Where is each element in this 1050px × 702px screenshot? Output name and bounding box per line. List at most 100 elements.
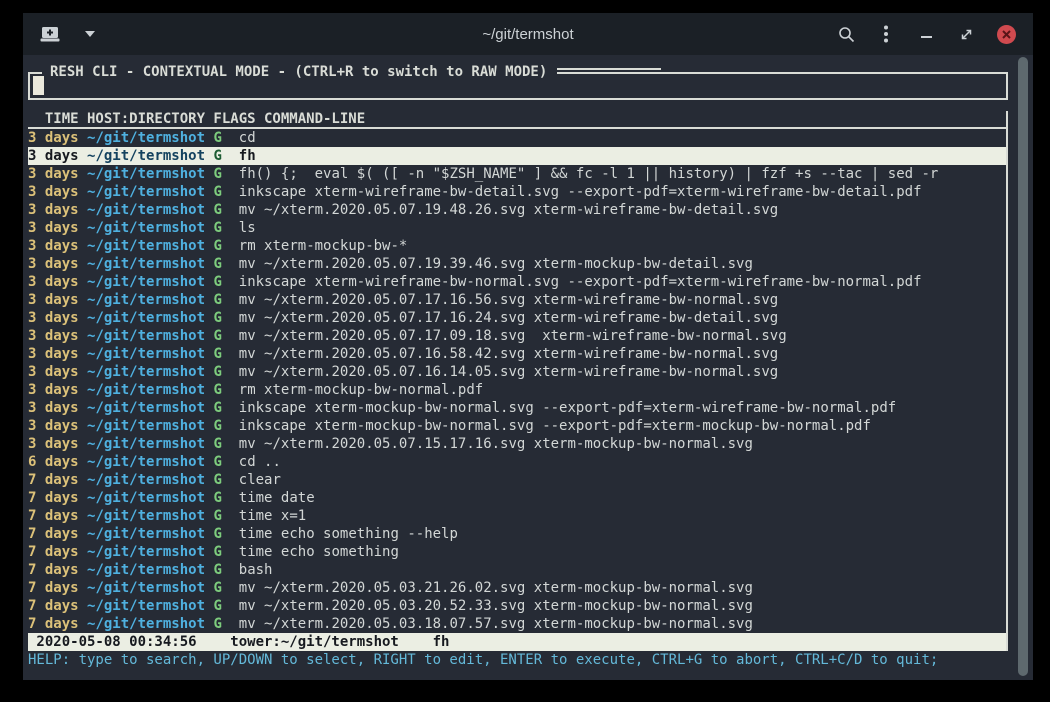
row-flags: G xyxy=(213,184,221,200)
minimize-button[interactable] xyxy=(911,20,941,48)
history-row[interactable]: 3 days ~/git/termshot G mv ~/xterm.2020.… xyxy=(28,327,1006,345)
history-row[interactable]: 3 days ~/git/termshot G inkscape xterm-m… xyxy=(28,417,1006,435)
row-time: 3 days xyxy=(28,166,79,182)
scrollbar[interactable] xyxy=(1013,55,1033,680)
row-directory: ~/git/termshot xyxy=(87,310,205,326)
history-row[interactable]: 3 days ~/git/termshot G fh xyxy=(28,147,1006,165)
row-command: bash xyxy=(239,562,273,578)
history-row[interactable]: 7 days ~/git/termshot G mv ~/xterm.2020.… xyxy=(28,615,1006,633)
search-button[interactable] xyxy=(831,20,861,48)
row-flags: G xyxy=(213,544,221,560)
row-directory: ~/git/termshot xyxy=(87,292,205,308)
row-flags: G xyxy=(213,436,221,452)
row-directory: ~/git/termshot xyxy=(87,346,205,362)
history-row[interactable]: 3 days ~/git/termshot G inkscape xterm-w… xyxy=(28,273,1006,291)
history-row[interactable]: 3 days ~/git/termshot G mv ~/xterm.2020.… xyxy=(28,201,1006,219)
row-time: 7 days xyxy=(28,490,79,506)
row-flags: G xyxy=(213,580,221,596)
row-command: mv ~/xterm.2020.05.07.19.48.26.svg xterm… xyxy=(239,202,778,218)
row-time: 3 days xyxy=(28,130,79,146)
history-row[interactable]: 3 days ~/git/termshot G mv ~/xterm.2020.… xyxy=(28,435,1006,453)
menu-button[interactable] xyxy=(871,20,901,48)
row-directory: ~/git/termshot xyxy=(87,184,205,200)
history-row[interactable]: 3 days ~/git/termshot G rm xterm-mockup-… xyxy=(28,381,1006,399)
history-row[interactable]: 3 days ~/git/termshot G mv ~/xterm.2020.… xyxy=(28,345,1006,363)
row-command: mv ~/xterm.2020.05.03.18.07.57.svg xterm… xyxy=(239,616,753,632)
history-rows: 3 days ~/git/termshot G cd3 days ~/git/t… xyxy=(28,129,1006,633)
row-flags: G xyxy=(213,310,221,326)
history-list: TIME HOST:DIRECTORY FLAGS COMMAND-LINE 3… xyxy=(28,111,1008,651)
frame-dash-line xyxy=(557,68,661,70)
history-row[interactable]: 3 days ~/git/termshot G rm xterm-mockup-… xyxy=(28,237,1006,255)
row-flags: G xyxy=(213,256,221,272)
history-row[interactable]: 7 days ~/git/termshot G time date xyxy=(28,489,1006,507)
status-bar: 2020-05-08 00:34:56 tower:~/git/termshot… xyxy=(28,633,1006,651)
row-flags: G xyxy=(213,454,221,470)
row-flags: G xyxy=(213,202,221,218)
row-directory: ~/git/termshot xyxy=(87,490,205,506)
history-row[interactable]: 3 days ~/git/termshot G mv ~/xterm.2020.… xyxy=(28,255,1006,273)
history-row[interactable]: 7 days ~/git/termshot G bash xyxy=(28,561,1006,579)
history-row[interactable]: 7 days ~/git/termshot G mv ~/xterm.2020.… xyxy=(28,579,1006,597)
history-row[interactable]: 3 days ~/git/termshot G mv ~/xterm.2020.… xyxy=(28,363,1006,381)
row-time: 7 days xyxy=(28,544,79,560)
history-row[interactable]: 7 days ~/git/termshot G clear xyxy=(28,471,1006,489)
history-row[interactable]: 3 days ~/git/termshot G inkscape xterm-m… xyxy=(28,399,1006,417)
history-row[interactable]: 3 days ~/git/termshot G ls xyxy=(28,219,1006,237)
row-directory: ~/git/termshot xyxy=(87,364,205,380)
row-directory: ~/git/termshot xyxy=(87,328,205,344)
row-command: mv ~/xterm.2020.05.03.21.26.02.svg xterm… xyxy=(239,580,753,596)
row-time: 7 days xyxy=(28,580,79,596)
row-directory: ~/git/termshot xyxy=(87,580,205,596)
titlebar[interactable]: ~/git/termshot xyxy=(23,13,1033,55)
row-time: 3 days xyxy=(28,400,79,416)
row-time: 7 days xyxy=(28,526,79,542)
row-time: 3 days xyxy=(28,220,79,236)
row-directory: ~/git/termshot xyxy=(87,508,205,524)
resh-mode-title-row: RESH CLI - CONTEXTUAL MODE - (CTRL+R to … xyxy=(42,63,661,81)
history-row[interactable]: 3 days ~/git/termshot G fh() {; eval $( … xyxy=(28,165,1006,183)
row-directory: ~/git/termshot xyxy=(87,130,205,146)
scrollbar-thumb[interactable] xyxy=(1018,57,1028,676)
row-command: mv ~/xterm.2020.05.07.15.17.16.svg xterm… xyxy=(239,436,753,452)
row-directory: ~/git/termshot xyxy=(87,400,205,416)
row-flags: G xyxy=(213,238,221,254)
history-row[interactable]: 3 days ~/git/termshot G cd xyxy=(28,129,1006,147)
resh-search-section: RESH CLI - CONTEXTUAL MODE - (CTRL+R to … xyxy=(23,55,1033,100)
terminal-content[interactable]: RESH CLI - CONTEXTUAL MODE - (CTRL+R to … xyxy=(23,55,1033,680)
row-time: 3 days xyxy=(28,436,79,452)
row-directory: ~/git/termshot xyxy=(87,274,205,290)
history-row[interactable]: 7 days ~/git/termshot G time echo someth… xyxy=(28,543,1006,561)
row-directory: ~/git/termshot xyxy=(87,382,205,398)
history-row[interactable]: 7 days ~/git/termshot G mv ~/xterm.2020.… xyxy=(28,597,1006,615)
row-flags: G xyxy=(213,346,221,362)
close-button[interactable] xyxy=(991,20,1021,48)
row-flags: G xyxy=(213,418,221,434)
row-directory: ~/git/termshot xyxy=(87,526,205,542)
row-time: 7 days xyxy=(28,472,79,488)
history-row[interactable]: 3 days ~/git/termshot G inkscape xterm-w… xyxy=(28,183,1006,201)
history-row[interactable]: 3 days ~/git/termshot G mv ~/xterm.2020.… xyxy=(28,291,1006,309)
row-command: rm xterm-mockup-bw-* xyxy=(239,238,408,254)
history-row[interactable]: 7 days ~/git/termshot G time x=1 xyxy=(28,507,1006,525)
row-time: 3 days xyxy=(28,292,79,308)
row-time: 3 days xyxy=(28,202,79,218)
history-row[interactable]: 3 days ~/git/termshot G mv ~/xterm.2020.… xyxy=(28,309,1006,327)
history-row[interactable]: 6 days ~/git/termshot G cd .. xyxy=(28,453,1006,471)
tab-chooser-button[interactable] xyxy=(79,21,101,47)
terminal-plus-icon xyxy=(40,26,60,43)
row-command: mv ~/xterm.2020.05.07.17.09.18.svg xterm… xyxy=(239,328,787,344)
search-input[interactable]: RESH CLI - CONTEXTUAL MODE - (CTRL+R to … xyxy=(28,72,1008,100)
restore-button[interactable] xyxy=(951,20,981,48)
new-tab-button[interactable] xyxy=(35,21,65,47)
terminal-window: ~/git/termshot xyxy=(23,13,1033,680)
row-command: fh() {; eval $( ([ -n "$ZSH_NAME" ] && f… xyxy=(239,166,939,182)
row-command: time date xyxy=(239,490,315,506)
row-directory: ~/git/termshot xyxy=(87,436,205,452)
history-row[interactable]: 7 days ~/git/termshot G time echo someth… xyxy=(28,525,1006,543)
row-command: cd .. xyxy=(239,454,281,470)
row-command: mv ~/xterm.2020.05.07.16.14.05.svg xterm… xyxy=(239,364,778,380)
row-command: inkscape xterm-wireframe-bw-detail.svg -… xyxy=(239,184,922,200)
row-directory: ~/git/termshot xyxy=(87,220,205,236)
minimize-icon xyxy=(921,36,932,38)
